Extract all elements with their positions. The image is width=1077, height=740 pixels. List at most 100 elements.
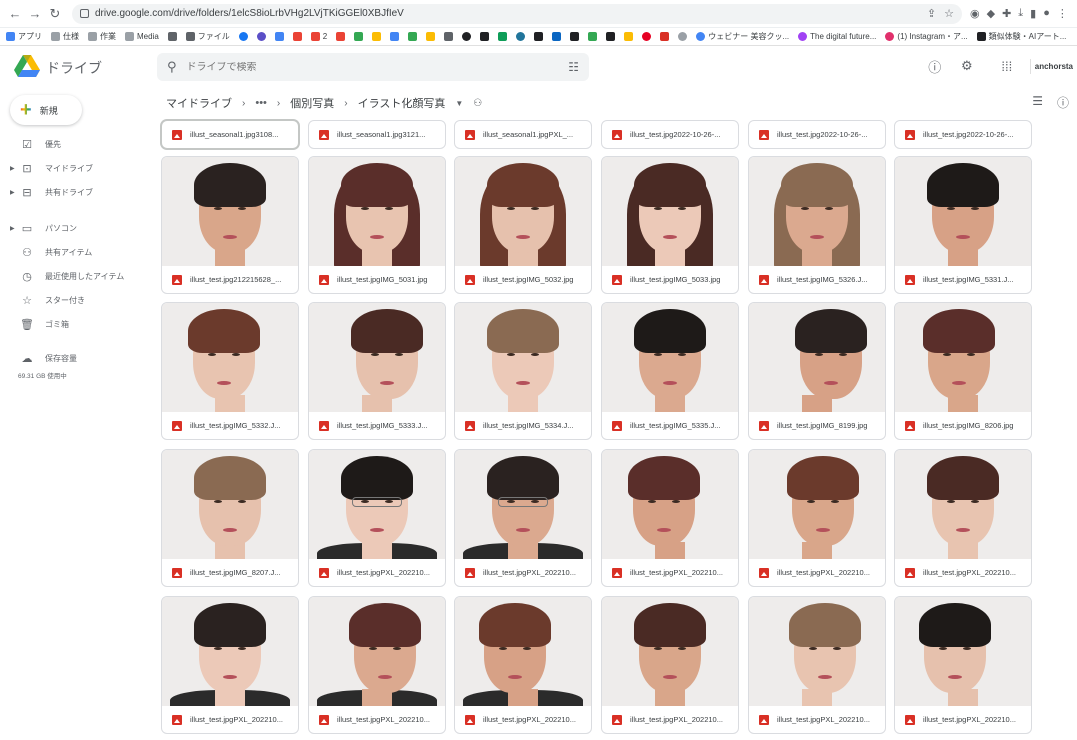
file-label[interactable]: illust_test.jpgPXL_202210... [749,706,885,733]
bookmark-item[interactable] [426,32,436,41]
sidebar-item-recent[interactable]: ◷ 最近使用したアイテム [0,264,150,288]
breadcrumb-current[interactable]: イラスト化顔写真 [358,95,446,111]
file-label[interactable]: illust_test.jpgPXL_202210... [309,706,445,733]
search-bar[interactable]: ⚲ ☷ [157,53,589,81]
bookmark-item[interactable]: 仕様 [51,31,79,42]
image-thumbnail[interactable] [162,597,298,706]
bookmark-item[interactable]: 作業 [88,31,116,42]
image-thumbnail[interactable] [162,303,298,412]
bookmark-item[interactable] [444,32,454,41]
bookmark-item[interactable]: 2 [310,32,327,41]
file-card[interactable]: illust_test.jpgIMG_5332.J... [161,302,299,440]
bookmark-item[interactable] [570,32,580,41]
back-arrow-icon[interactable]: ← [6,5,24,23]
file-label[interactable]: illust_test.jpgPXL_202210... [749,559,885,586]
bookmark-item[interactable]: Media [125,32,159,41]
bookmark-item[interactable] [256,32,266,41]
file-card[interactable]: illust_seasonal1.jpg3121... [308,120,446,149]
bookmark-item[interactable]: The digital future... [798,32,876,41]
file-card[interactable]: illust_test.jpgIMG_8199.jpg [748,302,886,440]
address-bar[interactable]: drive.google.com/drive/folders/1elcS8ioL… [72,3,962,24]
bookmark-item[interactable] [552,32,562,41]
file-label[interactable]: illust_test.jpg2022-10-26-... [749,121,885,148]
image-thumbnail[interactable] [602,303,738,412]
url-text[interactable]: drive.google.com/drive/folders/1elcS8ioL… [95,8,927,19]
file-card[interactable]: illust_test.jpgIMG_5335.J... [601,302,739,440]
file-card[interactable]: illust_test.jpgIMG_8207.J... [161,449,299,587]
bookmark-item[interactable]: ファイル [185,31,230,42]
image-thumbnail[interactable] [895,450,1031,559]
file-label[interactable]: illust_test.jpgIMG_5326.J... [749,266,885,293]
bookmark-star-icon[interactable]: ☆ [944,7,954,20]
bookmark-item[interactable]: アプリ [6,31,42,42]
image-thumbnail[interactable] [309,450,445,559]
file-label[interactable]: illust_test.jpgPXL_202210... [455,706,591,733]
image-thumbnail[interactable] [749,597,885,706]
file-label[interactable]: illust_seasonal1.jpg3108... [162,121,298,148]
image-thumbnail[interactable] [749,303,885,412]
gear-icon[interactable]: ⚙ [958,57,976,75]
image-thumbnail[interactable] [162,450,298,559]
bookmark-item[interactable] [238,32,248,41]
file-card[interactable]: illust_test.jpgPXL_202210... [894,596,1032,734]
bookmark-item[interactable] [408,32,418,41]
file-card[interactable]: illust_test.jpgIMG_5333.J... [308,302,446,440]
image-thumbnail[interactable] [602,597,738,706]
drive-logo-icon[interactable] [14,55,40,77]
sidepanel-icon[interactable]: ▮ [1030,7,1036,20]
file-card[interactable]: illust_test.jpg2022-10-26-... [748,120,886,149]
file-card[interactable]: illust_test.jpgIMG_5033.jpg [601,156,739,294]
file-card[interactable]: illust_test.jpgPXL_202210... [308,449,446,587]
bookmark-item[interactable] [292,32,302,41]
file-label[interactable]: illust_test.jpgPXL_202210... [602,559,738,586]
bookmark-item[interactable] [624,32,634,41]
file-card[interactable]: illust_test.jpg212215628_... [161,156,299,294]
bookmark-item[interactable] [660,32,670,41]
chevron-down-icon[interactable]: ▼ [455,99,463,108]
image-thumbnail[interactable] [749,157,885,266]
file-label[interactable]: illust_test.jpgIMG_5334.J... [455,412,591,439]
extension-icon[interactable]: ◆ [987,7,995,20]
image-thumbnail[interactable] [895,157,1031,266]
bookmark-item[interactable] [390,32,400,41]
file-label[interactable]: illust_seasonal1.jpgPXL_... [455,121,591,148]
breadcrumb-folder[interactable]: 個別写真 [290,95,334,111]
image-thumbnail[interactable] [749,450,885,559]
share-icon[interactable]: ⇪ [927,7,936,20]
search-icon[interactable]: ⚲ [167,59,177,75]
file-card[interactable]: illust_test.jpgIMG_5326.J... [748,156,886,294]
bookmark-item[interactable] [642,32,652,41]
file-label[interactable]: illust_test.jpgPXL_202210... [602,706,738,733]
file-card[interactable]: illust_test.jpgPXL_202210... [308,596,446,734]
puzzle-icon[interactable]: ✚ [1002,7,1011,20]
new-button[interactable]: + 新規 [10,95,82,125]
file-card[interactable]: illust_test.jpgPXL_202210... [454,596,592,734]
file-label[interactable]: illust_test.jpgIMG_8206.jpg [895,412,1031,439]
file-label[interactable]: illust_test.jpgPXL_202210... [455,559,591,586]
file-label[interactable]: illust_test.jpgPXL_202210... [895,559,1031,586]
bookmark-item[interactable]: ウェビナー 美容クッ... [696,31,789,42]
expand-arrow-icon[interactable]: ▶ [10,189,15,196]
image-thumbnail[interactable] [309,157,445,266]
file-label[interactable]: illust_test.jpgIMG_5331.J... [895,266,1031,293]
bookmark-item[interactable]: 類似体験・AIアート... [976,31,1066,42]
file-card[interactable]: illust_test.jpgPXL_202210... [748,596,886,734]
image-thumbnail[interactable] [895,303,1031,412]
breadcrumb-more[interactable]: ••• [255,97,267,109]
image-thumbnail[interactable] [455,303,591,412]
bookmark-item[interactable] [480,32,490,41]
file-label[interactable]: illust_seasonal1.jpg3121... [309,121,445,148]
sidebar-item-my-drive[interactable]: ▶ ⊡ マイドライブ [0,156,150,180]
sidebar-item-shared-with-me[interactable]: ⚇ 共有アイテム [0,240,150,264]
image-thumbnail[interactable] [602,450,738,559]
extension-icon[interactable]: ◉ [970,7,980,20]
menu-icon[interactable]: ⋮ [1057,7,1068,20]
bookmark-item[interactable] [274,32,284,41]
file-card[interactable]: illust_test.jpgIMG_5331.J... [894,156,1032,294]
bookmark-item[interactable] [372,32,382,41]
bookmark-item[interactable] [588,32,598,41]
download-icon[interactable]: ⤓ [1018,7,1023,20]
search-input[interactable] [186,61,569,73]
image-thumbnail[interactable] [455,157,591,266]
file-label[interactable]: illust_test.jpgIMG_5032.jpg [455,266,591,293]
